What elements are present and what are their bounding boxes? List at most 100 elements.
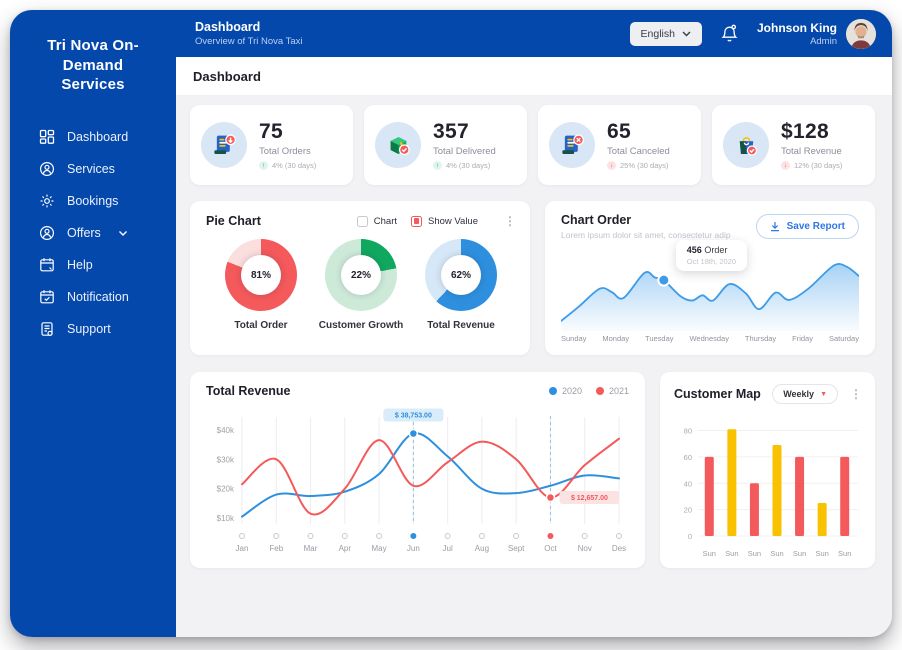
sidebar-item-notification[interactable]: Notification [10, 281, 176, 313]
checkbox-checked-icon[interactable] [411, 215, 422, 227]
svg-text:Sun: Sun [838, 549, 851, 558]
stat-trend-text: 4% (30 days) [446, 161, 491, 170]
chart-checkbox[interactable]: Chart [356, 215, 397, 227]
delivered-box-icon [375, 122, 421, 168]
stat-label: Total Canceled [607, 146, 670, 157]
svg-text:Sun: Sun [793, 549, 806, 558]
page-title: Dashboard [193, 68, 261, 84]
svg-text:$40k: $40k [217, 426, 235, 435]
svg-text:$ 12,657.00: $ 12,657.00 [571, 495, 608, 502]
orders-icon [201, 122, 247, 168]
chart-order-card: Chart Order Lorem ipsum dolor sit amet, … [545, 201, 875, 355]
sidebar-item-bookings[interactable]: Bookings [10, 185, 176, 217]
stat-value: 65 [607, 120, 631, 143]
pie-chart-card: Pie Chart Chart Show Value ⋮ 81% Total O… [190, 201, 530, 355]
svg-text:60: 60 [684, 453, 692, 462]
page-title-bar: Dashboard [176, 57, 892, 95]
sidebar-item-help[interactable]: Help [10, 249, 176, 281]
sidebar-item-offers[interactable]: Offers [10, 217, 176, 249]
pie-chart-title: Pie Chart [206, 214, 261, 228]
weekly-dropdown[interactable]: Weekly ▼ [772, 384, 838, 404]
axis-label: Thursday [744, 334, 777, 343]
sidebar-item-label: Support [67, 321, 111, 336]
axis-label: Saturday [828, 334, 859, 343]
notification-bell-icon[interactable] [720, 24, 739, 44]
language-dropdown[interactable]: English [629, 21, 702, 46]
sidebar-item-services[interactable]: Services [10, 153, 176, 185]
chart-order-title: Chart Order [561, 213, 632, 227]
tooltip-value: 456 [686, 245, 702, 256]
stat-trend-text: 4% (30 days) [272, 161, 317, 170]
svg-text:Sun: Sun [815, 549, 828, 558]
donut-customer-growth: 22% Customer Growth [318, 239, 404, 331]
brand-title: Tri Nova On-Demand Services [47, 37, 139, 93]
bookings-icon [39, 193, 55, 209]
donut-label: Customer Growth [318, 320, 404, 331]
legend-2021[interactable]: 2021 [595, 386, 629, 396]
help-icon [39, 257, 55, 273]
svg-text:Apr: Apr [339, 544, 352, 553]
show-value-checkbox[interactable]: Show Value [411, 215, 478, 227]
notification-icon [39, 289, 55, 305]
sidebar-item-support[interactable]: Support [10, 313, 176, 345]
stat-card-total-canceled: 65 Total Canceled ↓ 25% (30 days) [538, 105, 701, 185]
sidebar-item-dashboard[interactable]: Dashboard [10, 121, 176, 153]
sidebar-item-label: Dashboard [67, 129, 129, 144]
top-header: Dashboard Overview of Tri Nova Taxi Engl… [176, 10, 892, 57]
stat-card-total-delivered: 357 Total Delivered ↑ 4% (30 days) [364, 105, 527, 185]
svg-text:Nov: Nov [578, 544, 592, 553]
donut-value: 81% [250, 269, 271, 281]
axis-label: Wednesday [689, 334, 729, 343]
tooltip-unit: Order [704, 245, 728, 256]
svg-text:20: 20 [684, 506, 692, 515]
svg-text:Sun: Sun [703, 549, 716, 558]
sidebar-item-label: Notification [67, 289, 129, 304]
sidebar-nav: Dashboard Services Bookings Offers Help [10, 121, 176, 345]
more-options-icon[interactable]: ⋮ [850, 388, 862, 400]
avatar[interactable] [846, 18, 876, 49]
svg-text:Sun: Sun [748, 549, 761, 558]
user-menu[interactable]: Johnson King Admin [757, 18, 876, 49]
app-window: Tri Nova On-Demand Services Dashboard Se… [10, 10, 892, 637]
dashboard-icon [39, 129, 55, 145]
stat-label: Total Delivered [433, 146, 496, 157]
svg-text:80: 80 [684, 427, 692, 436]
chart-tooltip: 456 Order Oct 18th, 2020 [675, 240, 747, 272]
donut-ring: 81% [225, 239, 297, 311]
svg-text:Aug: Aug [475, 544, 489, 553]
chart-order-subtitle: Lorem ipsum dolor sit amet, consectetur … [561, 230, 731, 240]
chevron-down-icon [115, 225, 131, 241]
revenue-bag-icon [723, 122, 769, 168]
legend-2020[interactable]: 2020 [548, 386, 582, 396]
header-title: Dashboard [195, 20, 261, 34]
donut-total-order: 81% Total Order [218, 239, 304, 331]
total-revenue-card: Total Revenue 2020 2021 $40k $30k $20k $… [190, 372, 645, 568]
more-options-icon[interactable]: ⋮ [504, 215, 516, 227]
download-icon [770, 222, 779, 232]
language-label: English [640, 27, 675, 40]
customer-map-card: Customer Map Weekly ▼ ⋮ 0 20 40 60 80 Sun Sun S… [660, 372, 875, 568]
axis-label: Tuesday [645, 334, 674, 343]
trend-down-icon: ↓ [781, 161, 790, 170]
revenue-line-chart: $40k $30k $20k $10k Jan Feb Mar Apr May Jun Jul Aug… [217, 408, 626, 553]
save-report-button[interactable]: Save Report [755, 214, 859, 239]
stat-value: 357 [433, 120, 469, 143]
svg-text:$30k: $30k [217, 455, 235, 464]
donut-ring: 22% [325, 239, 397, 311]
svg-text:Des: Des [612, 544, 626, 553]
svg-text:Sun: Sun [770, 549, 783, 558]
weekday-axis: Sunday Monday Tuesday Wednesday Thursday… [561, 334, 859, 343]
checkbox-unchecked-icon[interactable] [356, 215, 368, 227]
trend-down-icon: ↓ [607, 161, 616, 170]
donut-total-revenue: 62% Total Revenue [418, 239, 504, 331]
axis-label: Friday [792, 334, 813, 343]
stat-label: Total Orders [259, 146, 311, 157]
customer-map-title: Customer Map [674, 387, 761, 401]
support-icon [39, 321, 55, 337]
donut-label: Total Revenue [427, 320, 495, 331]
stat-value: $128 [781, 120, 829, 143]
total-revenue-title: Total Revenue [206, 384, 291, 398]
trend-up-icon: ↑ [259, 161, 268, 170]
sidebar-item-label: Help [67, 257, 93, 272]
stat-trend-text: 25% (30 days) [620, 161, 669, 170]
